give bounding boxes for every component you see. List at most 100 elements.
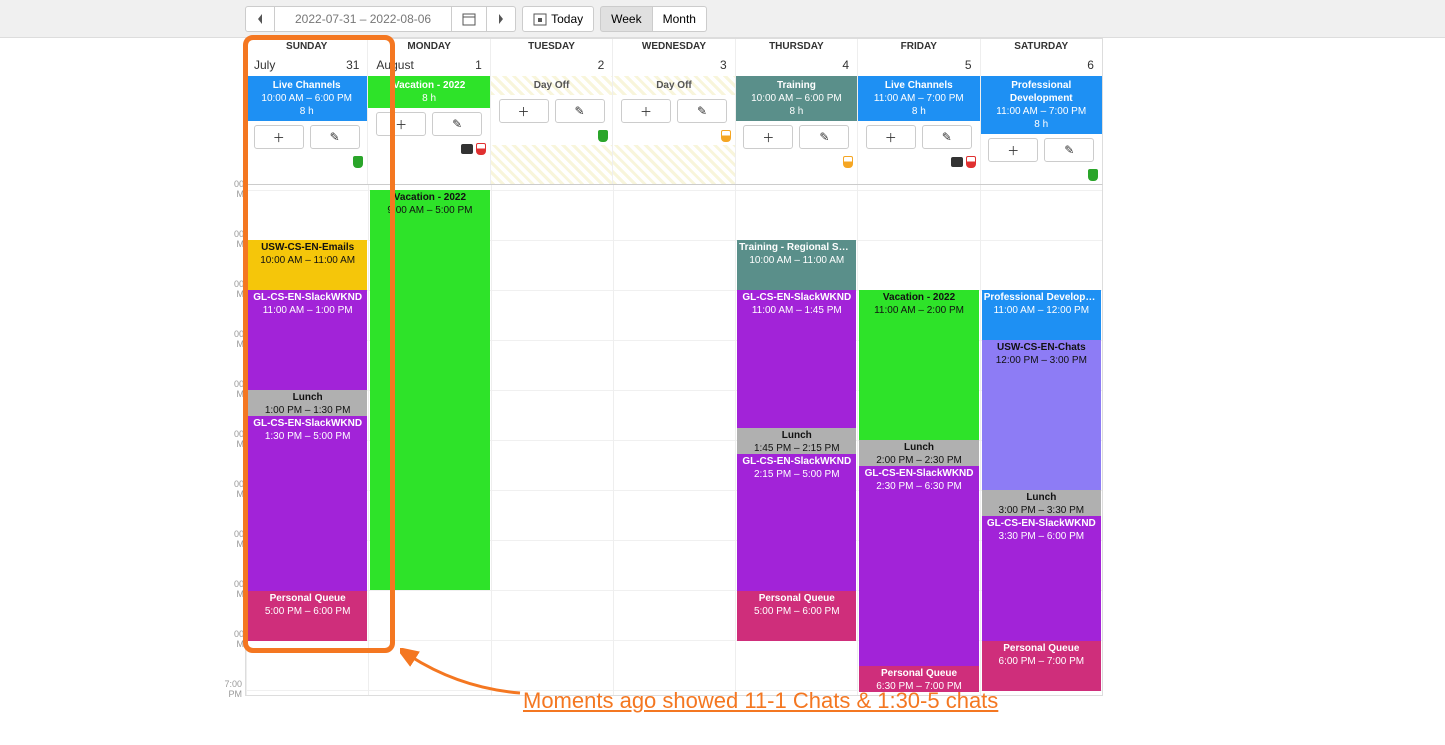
day-col-sunday[interactable]: USW-CS-EN-Emails10:00 AM – 11:00 AMGL-CS… xyxy=(246,185,368,695)
chat-icon xyxy=(951,157,963,167)
weekday-header: SUNDAY xyxy=(246,39,367,54)
event-time: 3:30 PM – 6:00 PM xyxy=(984,531,1099,544)
status-row xyxy=(246,153,367,171)
today-icon xyxy=(533,12,547,26)
calendar-event[interactable]: GL-CS-EN-SlackWKND2:15 PM – 5:00 PM xyxy=(737,454,856,591)
day-col-monday[interactable]: Vacation - 20229:00 AM – 5:00 PM xyxy=(368,185,490,695)
date-cell[interactable]: 4 xyxy=(735,54,857,76)
status-indicator xyxy=(598,130,608,142)
allday-event[interactable]: Live Channels10:00 AM – 6:00 PM8 h xyxy=(246,76,367,121)
weekday-header: WEDNESDAY xyxy=(612,39,734,54)
date-cell[interactable]: July31 xyxy=(246,54,367,76)
event-title: Lunch xyxy=(984,492,1099,505)
event-title: USW-CS-EN-Emails xyxy=(250,242,365,255)
date-cell[interactable]: 2 xyxy=(490,54,612,76)
nav-group: 2022-07-31 – 2022-08-06 xyxy=(245,6,516,32)
event-time: 5:00 PM – 6:00 PM xyxy=(250,606,365,619)
add-button[interactable]: ＋ xyxy=(376,112,426,136)
status-indicator xyxy=(353,156,363,168)
edit-button[interactable]: ✎ xyxy=(432,112,482,136)
allday-event[interactable]: Training10:00 AM – 6:00 PM8 h xyxy=(736,76,857,121)
calendar-event[interactable]: GL-CS-EN-SlackWKND1:30 PM – 5:00 PM xyxy=(248,416,367,591)
calendar-event[interactable]: GL-CS-EN-SlackWKND3:30 PM – 6:00 PM xyxy=(982,516,1101,641)
weekday-header: MONDAY xyxy=(367,39,489,54)
calendar-event[interactable]: Vacation - 202211:00 AM – 2:00 PM xyxy=(859,290,978,440)
day-col-friday[interactable]: Vacation - 202211:00 AM – 2:00 PMLunch2:… xyxy=(857,185,979,695)
date-cell[interactable]: 3 xyxy=(612,54,734,76)
day-col-tuesday[interactable] xyxy=(491,185,613,695)
calendar-event[interactable]: GL-CS-EN-SlackWKND11:00 AM – 1:00 PM xyxy=(248,290,367,390)
status-row xyxy=(736,153,857,171)
time-label: 00M xyxy=(218,480,244,500)
calendar-event[interactable]: Training - Regional Support10:00 AM – 11… xyxy=(737,240,856,290)
week-view-button[interactable]: Week xyxy=(600,6,652,32)
month-view-button[interactable]: Month xyxy=(653,6,707,32)
event-time: 1:45 PM – 2:15 PM xyxy=(739,443,854,455)
date-number: 3 xyxy=(720,58,727,72)
event-time: 10:00 AM – 11:00 AM xyxy=(250,255,365,268)
edit-button[interactable]: ✎ xyxy=(310,125,360,149)
calendar-event[interactable]: Personal Queue6:00 PM – 7:00 PM xyxy=(982,641,1101,691)
annotation-text: Moments ago showed 11-1 Chats & 1:30-5 c… xyxy=(523,688,998,714)
dayoff-label: Day Off xyxy=(613,76,734,95)
event-title: GL-CS-EN-SlackWKND xyxy=(250,292,365,305)
status-indicator xyxy=(843,156,853,168)
event-title: Personal Queue xyxy=(739,593,854,606)
allday-row: Live Channels10:00 AM – 6:00 PM8 h ＋ ✎ V… xyxy=(245,76,1103,185)
event-title: GL-CS-EN-SlackWKND xyxy=(739,456,854,469)
date-cell[interactable]: 6 xyxy=(980,54,1102,76)
edit-button[interactable]: ✎ xyxy=(1044,138,1094,162)
allday-event[interactable]: Live Channels11:00 AM – 7:00 PM8 h xyxy=(858,76,979,121)
add-button[interactable]: ＋ xyxy=(621,99,671,123)
time-label: 00M xyxy=(218,380,244,400)
event-title: Lunch xyxy=(250,392,365,405)
calendar-event[interactable]: Lunch2:00 PM – 2:30 PM xyxy=(859,440,978,466)
next-button[interactable] xyxy=(487,6,516,32)
add-button[interactable]: ＋ xyxy=(743,125,793,149)
allday-event[interactable]: Professional Development11:00 AM – 7:00 … xyxy=(981,76,1102,134)
add-button[interactable]: ＋ xyxy=(499,99,549,123)
add-button[interactable]: ＋ xyxy=(866,125,916,149)
calendar-event[interactable]: Personal Queue5:00 PM – 6:00 PM xyxy=(248,591,367,641)
date-range-display: 2022-07-31 – 2022-08-06 xyxy=(275,6,452,32)
time-label: 00M xyxy=(218,330,244,350)
day-col-thursday[interactable]: Training - Regional Support10:00 AM – 11… xyxy=(735,185,857,695)
status-row xyxy=(613,127,734,145)
edit-button[interactable]: ✎ xyxy=(922,125,972,149)
prev-button[interactable] xyxy=(245,6,275,32)
event-time: 12:00 PM – 3:00 PM xyxy=(984,355,1099,368)
calendar-event[interactable]: Vacation - 20229:00 AM – 5:00 PM xyxy=(370,190,489,590)
date-cell[interactable]: 5 xyxy=(857,54,979,76)
calendar-event[interactable]: GL-CS-EN-SlackWKND11:00 AM – 1:45 PM xyxy=(737,290,856,428)
allday-cell: Vacation - 20228 h ＋ ✎ xyxy=(367,76,489,184)
date-cell[interactable]: August1 xyxy=(367,54,489,76)
event-title: Lunch xyxy=(861,442,976,455)
edit-button[interactable]: ✎ xyxy=(555,99,605,123)
add-button[interactable]: ＋ xyxy=(254,125,304,149)
event-time: 1:30 PM – 5:00 PM xyxy=(250,431,365,444)
calendar-event[interactable]: Personal Queue5:00 PM – 6:00 PM xyxy=(737,591,856,641)
allday-cell: Day Off ＋ ✎ xyxy=(490,76,612,184)
today-button[interactable]: Today xyxy=(522,6,594,32)
action-row: ＋ ✎ xyxy=(246,121,367,153)
calendar-picker-button[interactable] xyxy=(452,6,487,32)
edit-button[interactable]: ✎ xyxy=(677,99,727,123)
event-title: GL-CS-EN-SlackWKND xyxy=(861,468,976,481)
allday-cell: Training10:00 AM – 6:00 PM8 h ＋ ✎ xyxy=(735,76,857,184)
calendar-event[interactable]: Lunch1:45 PM – 2:15 PM xyxy=(737,428,856,454)
calendar-event[interactable]: GL-CS-EN-SlackWKND2:30 PM – 6:30 PM xyxy=(859,466,978,666)
edit-button[interactable]: ✎ xyxy=(799,125,849,149)
event-title: Personal Queue xyxy=(250,593,365,606)
action-row: ＋ ✎ xyxy=(736,121,857,153)
add-button[interactable]: ＋ xyxy=(988,138,1038,162)
calendar-event[interactable]: Professional Developmen…11:00 AM – 12:00… xyxy=(982,290,1101,340)
calendar-event[interactable]: Lunch3:00 PM – 3:30 PM xyxy=(982,490,1101,516)
date-number: 5 xyxy=(965,58,972,72)
day-col-wednesday[interactable] xyxy=(613,185,735,695)
allday-event[interactable]: Vacation - 20228 h xyxy=(368,76,489,108)
calendar-event[interactable]: USW-CS-EN-Chats12:00 PM – 3:00 PM xyxy=(982,340,1101,490)
calendar-event[interactable]: USW-CS-EN-Emails10:00 AM – 11:00 AM xyxy=(248,240,367,290)
calendar-event[interactable]: Lunch1:00 PM – 1:30 PM xyxy=(248,390,367,416)
day-col-saturday[interactable]: Professional Developmen…11:00 AM – 12:00… xyxy=(980,185,1102,695)
status-indicator xyxy=(476,143,486,155)
